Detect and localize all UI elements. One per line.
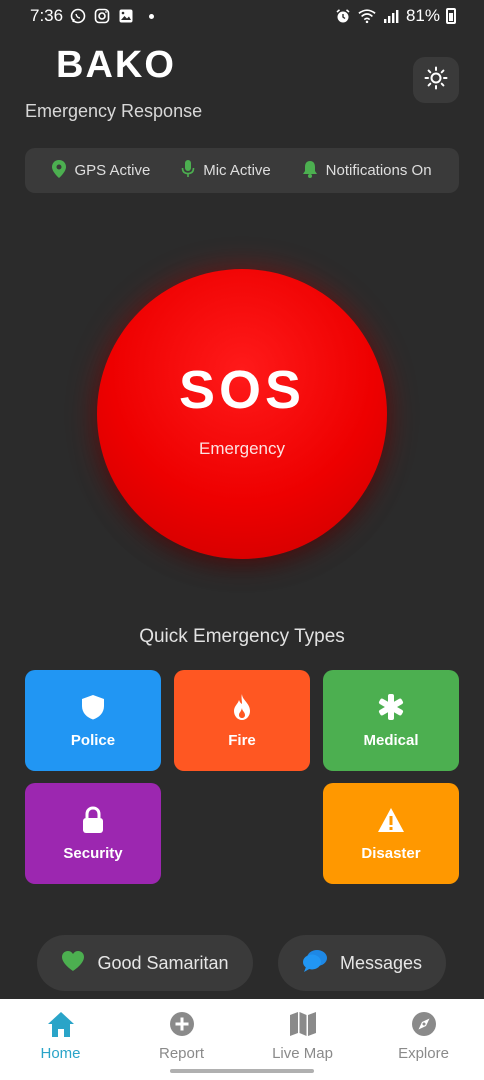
medical-label: Medical [363, 732, 419, 749]
gesture-bar[interactable] [170, 1069, 314, 1073]
status-bar-right: 81% [334, 6, 456, 26]
messages-button[interactable]: Messages [278, 935, 446, 991]
lock-icon [78, 805, 108, 835]
home-icon [46, 1009, 76, 1039]
heart-icon [61, 950, 85, 977]
mic-status: Mic Active [181, 159, 271, 182]
theme-toggle-button[interactable] [413, 57, 459, 103]
nav-home[interactable]: Home [6, 1009, 116, 1062]
police-label: Police [70, 732, 116, 749]
clock: 7:36 [30, 6, 64, 25]
nav-report-label: Report [158, 1045, 205, 1062]
good-samaritan-button[interactable]: Good Samaritan [37, 935, 253, 991]
bell-icon [302, 160, 318, 182]
whatsapp-icon [69, 7, 87, 25]
good-samaritan-label: Good Samaritan [97, 952, 229, 973]
notifications-status-label: Notifications On [325, 162, 432, 179]
battery-icon [446, 8, 456, 24]
notification-dot [149, 13, 155, 19]
system-status-bar: GPS Active Mic Active Notifications On [25, 148, 459, 193]
fire-label: Fire [228, 732, 256, 749]
sos-sublabel: Emergency [199, 439, 285, 458]
nav-report[interactable]: Report [127, 1009, 237, 1062]
app-subtitle: Emergency Response [25, 101, 203, 121]
status-bar-left: 7:36 [30, 6, 155, 26]
police-tile[interactable]: Police [25, 670, 161, 771]
wifi-icon [358, 7, 376, 25]
compass-icon [409, 1009, 439, 1039]
quick-types-title: Quick Emergency Types [139, 626, 345, 647]
microphone-icon [181, 159, 195, 182]
sos-button[interactable]: SOS Emergency [97, 269, 387, 559]
security-label: Security [63, 845, 123, 862]
disaster-tile[interactable]: Disaster [323, 783, 459, 884]
asterisk-icon [376, 692, 406, 722]
map-icon [288, 1009, 318, 1039]
battery-percentage: 81% [405, 6, 440, 25]
alarm-icon [334, 7, 352, 25]
sos-label: SOS [178, 360, 306, 420]
disaster-label: Disaster [361, 845, 421, 862]
nav-live-map-label: Live Map [272, 1045, 333, 1062]
status-bar: 7:36 81% [0, 0, 484, 32]
app-screen: 7:36 81% BAKO Emergency Response GPS Act… [0, 0, 484, 1080]
mic-status-label: Mic Active [203, 162, 271, 179]
fire-tile[interactable]: Fire [174, 670, 310, 771]
location-pin-icon [52, 159, 67, 182]
sun-icon [424, 66, 448, 95]
shield-icon [78, 692, 108, 722]
nav-explore-label: Explore [398, 1045, 449, 1062]
gps-status: GPS Active [52, 159, 151, 182]
signal-icon [382, 7, 400, 25]
gps-status-label: GPS Active [74, 162, 151, 179]
plus-circle-icon [167, 1009, 197, 1039]
messages-label: Messages [339, 952, 423, 973]
flame-icon [227, 692, 257, 722]
chat-bubbles-icon [302, 949, 328, 978]
nav-explore[interactable]: Explore [369, 1009, 479, 1062]
warning-icon [376, 805, 406, 835]
gallery-icon [117, 7, 135, 25]
nav-live-map[interactable]: Live Map [248, 1009, 358, 1062]
notifications-status: Notifications On [302, 160, 432, 182]
app-title: BAKO [56, 44, 176, 86]
instagram-icon [93, 7, 111, 25]
medical-tile[interactable]: Medical [323, 670, 459, 771]
security-tile[interactable]: Security [25, 783, 161, 884]
bottom-navigation: Home Report Live Map Explore [0, 999, 484, 1080]
nav-home-label: Home [40, 1045, 81, 1062]
